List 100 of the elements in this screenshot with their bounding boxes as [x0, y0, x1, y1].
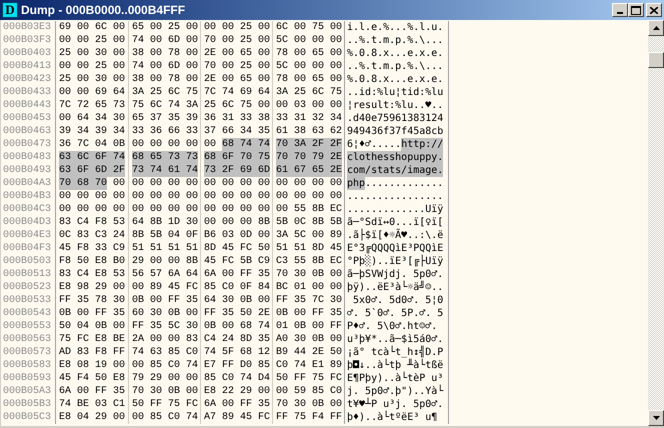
byte-value: 36 — [204, 112, 216, 125]
byte-value: 00 — [168, 138, 180, 151]
byte-value: 5B — [240, 255, 252, 268]
byte-value: 00 — [132, 411, 144, 424]
byte-value: 29 — [240, 385, 252, 398]
ascii-text: ¡ã° tcà└t_h↕╣D.P — [347, 346, 444, 358]
ascii-text: þÿ)..ëE³à└☼ä╝☺.. — [347, 281, 444, 294]
byte-value: 2E — [312, 346, 324, 359]
byte-value: 63 — [312, 125, 324, 138]
byte-value: 6A — [168, 268, 180, 281]
byte-value: E8 — [59, 359, 72, 372]
byte-value: F8 — [95, 216, 108, 229]
byte-value: FF — [240, 268, 252, 281]
byte-value: 38 — [132, 47, 144, 60]
byte-value: 45 — [59, 372, 72, 385]
byte-value: FC — [186, 281, 198, 294]
maximize-icon — [631, 6, 641, 14]
byte-value: 00 — [113, 21, 126, 34]
ascii-text: u³þ¥*..ã─$ì5á0♂. — [347, 333, 444, 346]
byte-value: F8 — [77, 242, 90, 255]
scroll-down-button[interactable] — [648, 410, 664, 426]
byte-value: 00 — [276, 99, 288, 112]
byte-value: 8B — [186, 255, 198, 268]
byte-value: 50 — [132, 398, 144, 411]
byte-value: 29 — [132, 255, 144, 268]
byte-value: 00 — [168, 177, 180, 190]
byte-value: 00 — [168, 333, 180, 346]
byte-value: 03 — [294, 99, 306, 112]
byte-value: 7C — [312, 294, 324, 307]
byte-value: 22 — [222, 385, 234, 398]
byte-value: C0 — [186, 346, 198, 359]
byte-value: 0B — [240, 294, 252, 307]
byte-value: 00 — [59, 203, 72, 216]
byte-value: 89 — [222, 411, 234, 424]
byte-value: 01 — [276, 320, 288, 333]
byte-value: 35 — [186, 294, 198, 307]
scroll-thumb[interactable] — [648, 52, 664, 68]
address-text: 000B03F3 — [3, 35, 52, 46]
byte-value: 85 — [204, 281, 216, 294]
byte-value: 00 — [258, 21, 270, 34]
byte-value: 00 — [258, 73, 270, 86]
byte-value: 00 — [186, 307, 198, 320]
byte-value: 74 — [294, 359, 306, 372]
byte-value: FF — [204, 307, 216, 320]
byte-value: 75 — [186, 86, 198, 99]
byte-value: 30 — [294, 333, 306, 346]
byte-value: 00 — [186, 138, 198, 151]
byte-value: 75 — [258, 151, 270, 164]
byte-value: 29 — [95, 281, 108, 294]
byte-value: D4 — [258, 372, 270, 385]
scroll-up-button[interactable] — [648, 20, 664, 36]
byte-value: 6A — [204, 268, 216, 281]
byte-value: 50 — [276, 372, 288, 385]
byte-value: 69 — [95, 86, 108, 99]
byte-value: 30 — [150, 307, 162, 320]
ascii-text: 5x0♂. 5d0♂. 5¦0 — [352, 294, 444, 307]
byte-value: 00 — [240, 177, 252, 190]
byte-value: FC — [330, 372, 342, 385]
byte-value: 6F — [222, 151, 240, 164]
maximize-button[interactable] — [628, 3, 644, 17]
scrollbar[interactable] — [648, 20, 664, 426]
byte-value: 74 — [150, 164, 168, 177]
byte-value: 00 — [59, 60, 72, 73]
byte-value: C9 — [258, 255, 270, 268]
byte-value: 63 — [59, 164, 78, 177]
byte-value: 1D — [168, 216, 180, 229]
byte-value: 25 — [240, 60, 252, 73]
byte-value: 00 — [294, 60, 306, 73]
byte-value: 08 — [77, 359, 90, 372]
byte-value: C4 — [77, 216, 90, 229]
address-text: 000B04A3 — [3, 178, 52, 189]
byte-value: 61 — [276, 125, 288, 138]
byte-value: 00 — [312, 34, 324, 47]
byte-value: 65 — [312, 73, 324, 86]
byte-value: 00 — [330, 60, 342, 73]
byte-value: 00 — [150, 190, 162, 203]
close-button[interactable] — [646, 3, 662, 17]
byte-value: 00 — [113, 177, 126, 190]
byte-value: 00 — [222, 34, 234, 47]
byte-value: 2F — [222, 164, 240, 177]
byte-value: 00 — [113, 190, 126, 203]
minimize-button[interactable] — [612, 3, 628, 17]
byte-value: 65 — [240, 73, 252, 86]
address-text: 000B04E3 — [3, 230, 52, 241]
ascii-text: i.l.e.%...%.l.u. — [347, 21, 444, 34]
byte-value: 35 — [168, 112, 180, 125]
byte-value: 5C — [294, 229, 306, 242]
byte-value: 00 — [150, 255, 162, 268]
byte-value: 34 — [330, 112, 342, 125]
window-title: Dump - 000B0000..000B4FFF — [21, 2, 186, 19]
byte-value: 04 — [168, 229, 180, 242]
ascii-text: http:// — [401, 138, 444, 151]
byte-value: 74 — [258, 138, 270, 151]
byte-value: 74 — [258, 320, 270, 333]
byte-value: 00 — [204, 21, 216, 34]
byte-value: 00 — [258, 47, 270, 60]
byte-value: 00 — [276, 190, 288, 203]
byte-value: 00 — [312, 99, 324, 112]
byte-value: 00 — [330, 34, 342, 47]
byte-value: 75 — [240, 99, 252, 112]
